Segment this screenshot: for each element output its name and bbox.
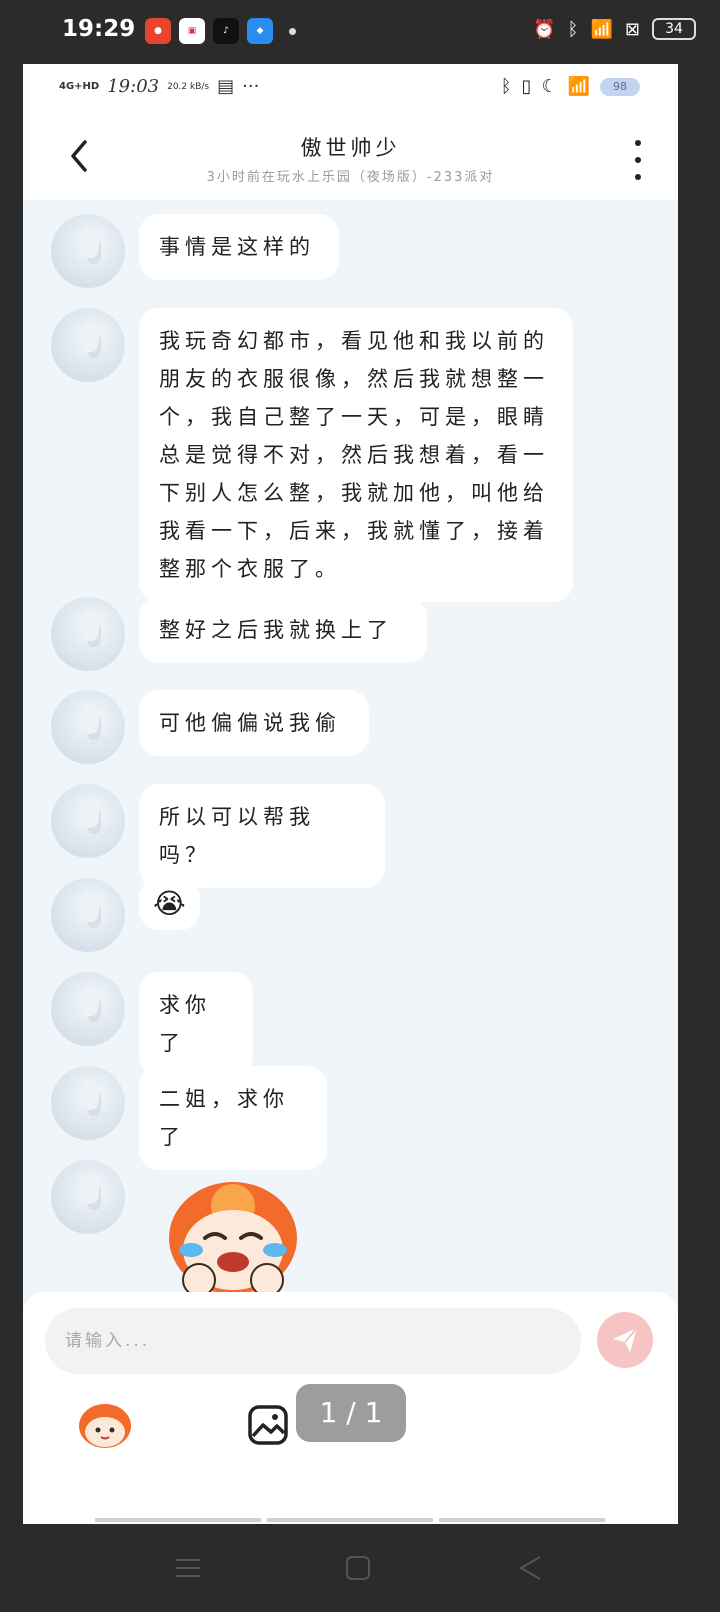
dot (635, 140, 641, 146)
close-box-icon: ⊠ (624, 18, 640, 40)
sim-icon: ▤ (217, 76, 235, 97)
wifi-icon: 📶 (590, 18, 613, 40)
message-bubble[interactable]: 整好之后我就换上了 (139, 597, 427, 663)
wifi-icon: 📶 (567, 76, 590, 97)
alarm-icon: ⏰ (533, 18, 556, 40)
more-notifications-dot (289, 27, 296, 35)
image-picker-button[interactable] (247, 1404, 289, 1446)
page-indicator: 1 / 1 (296, 1384, 406, 1442)
avatar[interactable] (51, 784, 125, 858)
moon-icon: ☾ (541, 76, 558, 97)
video-app-icon: ▣ (179, 18, 205, 44)
message-bubble[interactable]: 二姐，求你了 (139, 1066, 327, 1170)
home-nav-button[interactable] (342, 1552, 374, 1584)
network-speed: 20.2 kB/s (167, 81, 210, 92)
message-bubble[interactable]: 所以可以帮我吗？ (139, 784, 385, 888)
system-nav-bar (0, 1524, 720, 1612)
square-icon (346, 1556, 370, 1580)
chat-title: 傲世帅少 (300, 136, 401, 160)
status-time: 19:29 (62, 16, 136, 42)
more-dots-icon: ··· (242, 76, 260, 97)
outer-status-bar: 19:29 ● ▣ ♪ ◆ ⏰ ᛒ 📶 ⊠ 34 (0, 0, 720, 64)
vibrate-icon: ▯ (521, 76, 532, 97)
more-options-button[interactable] (628, 140, 648, 180)
app-icon-red: ● (145, 18, 171, 44)
paper-plane-icon (613, 1327, 638, 1352)
menu-nav-button[interactable] (172, 1552, 204, 1584)
dot (635, 174, 641, 180)
message-bubble[interactable]: 求你了 (139, 972, 253, 1076)
back-nav-button[interactable] (514, 1552, 546, 1584)
menu-icon (176, 1559, 200, 1577)
inner-status-time: 19:03 (107, 76, 160, 97)
inner-status-bar: 4G+HD 19:03 20.2 kB/s ▤ ··· ᛒ ▯ ☾ 📶 98 (23, 64, 678, 114)
tiktok-icon: ♪ (213, 18, 239, 44)
avatar[interactable] (51, 1066, 125, 1140)
blue-app-icon: ◆ (247, 18, 273, 44)
send-button[interactable] (597, 1312, 653, 1368)
network-indicator: 4G+HD (59, 80, 100, 92)
chat-header: 傲世帅少 3小时前在玩水上乐园（夜场版）-233派对 (23, 114, 678, 200)
avatar[interactable] (51, 214, 125, 288)
battery-indicator: 34 (652, 18, 696, 40)
message-bubble[interactable]: 事情是这样的 (139, 214, 339, 280)
message-bubble[interactable]: 可他偏偏说我偷 (139, 690, 369, 756)
triangle-back-icon (520, 1556, 541, 1580)
composer: 1 / 1 (23, 1292, 678, 1524)
message-input[interactable] (45, 1308, 581, 1374)
avatar[interactable] (51, 1160, 125, 1234)
message-bubble[interactable]: 我玩奇幻都市，看见他和我以前的朋友的衣服很像，然后我就想整一个，我自己整了一天，… (139, 308, 573, 602)
avatar[interactable] (51, 878, 125, 952)
avatar[interactable] (51, 690, 125, 764)
screenshot-frame: 4G+HD 19:03 20.2 kB/s ▤ ··· ᛒ ▯ ☾ 📶 98 傲… (23, 64, 678, 1524)
message-list[interactable]: 事情是这样的 我玩奇幻都市，看见他和我以前的朋友的衣服很像，然后我就想整一个，我… (23, 200, 678, 1297)
inner-battery-indicator: 98 (600, 77, 640, 96)
avatar[interactable] (51, 308, 125, 382)
emoji-bubble[interactable]: 😭 (139, 878, 200, 930)
image-icon (248, 1405, 288, 1445)
notification-icons: ● ▣ ♪ ◆ (145, 18, 296, 44)
status-indicators: ⏰ ᛒ 📶 ⊠ 34 (533, 18, 696, 40)
dot (635, 157, 641, 163)
avatar[interactable] (51, 972, 125, 1046)
crying-mascot-sticker[interactable] (163, 1176, 303, 1297)
mascot-emoji-icon (79, 1404, 131, 1448)
chat-subtitle: 3小时前在玩水上乐园（夜场版）-233派对 (206, 170, 495, 185)
sticker-panel-button[interactable] (77, 1400, 133, 1450)
bluetooth-icon: ᛒ (500, 76, 512, 97)
bluetooth-icon: ᛒ (567, 18, 579, 40)
avatar[interactable] (51, 597, 125, 671)
